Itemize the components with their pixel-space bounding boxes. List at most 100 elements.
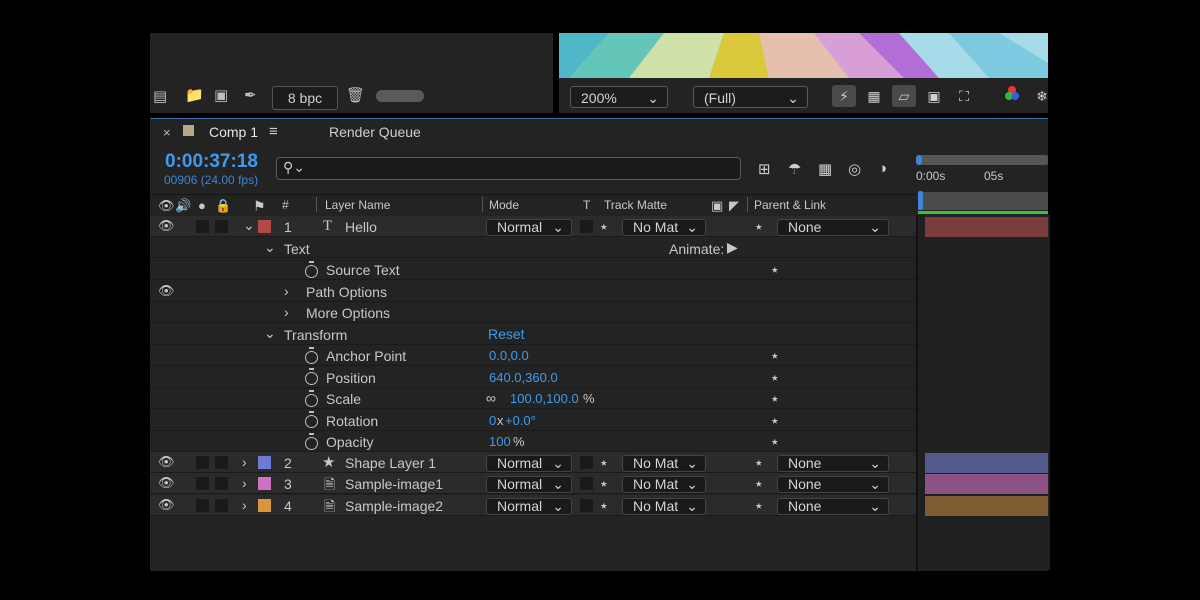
hamburger-menu-icon[interactable]: ≡: [269, 123, 278, 140]
parent-pickwhip-icon[interactable]: ٭: [755, 218, 763, 235]
composition-flowchart-icon[interactable]: ⊞: [758, 160, 771, 178]
preserve-transparency-checkbox[interactable]: [580, 220, 593, 233]
folder-icon[interactable]: 📁: [185, 88, 204, 104]
text-group-label[interactable]: Text: [284, 241, 310, 257]
stopwatch-icon[interactable]: [305, 390, 318, 407]
stopwatch-icon[interactable]: [305, 347, 318, 364]
bpc-button[interactable]: 8 bpc: [272, 86, 338, 110]
property-label[interactable]: Position: [326, 370, 376, 386]
chevron-right-icon[interactable]: ›: [242, 475, 247, 491]
column-track-matte[interactable]: Track Matte: [604, 198, 667, 212]
resolution-dropdown[interactable]: (Full) ⌄: [693, 86, 808, 108]
constrain-link-icon[interactable]: ∞: [486, 390, 496, 406]
frame-blending-icon[interactable]: ▦: [818, 160, 832, 178]
mask-path-icon[interactable]: ▱: [892, 85, 916, 107]
lock-checkbox[interactable]: [215, 477, 228, 490]
lock-icon[interactable]: 🔒: [215, 198, 231, 214]
pickwhip-icon[interactable]: ٭: [600, 218, 608, 235]
snapshot-icon[interactable]: ❄: [1030, 85, 1054, 107]
parent-dropdown[interactable]: None ⌄: [777, 455, 889, 472]
solo-icon[interactable]: ●: [198, 198, 206, 213]
eye-icon[interactable]: 👁: [158, 218, 175, 234]
label-tag-icon[interactable]: ⚑: [253, 198, 266, 215]
layer-search-input[interactable]: [276, 157, 741, 180]
layer-duration-bar[interactable]: [925, 496, 1048, 516]
property-label[interactable]: Opacity: [326, 434, 373, 450]
anchor-point-value[interactable]: 0.0,0.0: [489, 348, 529, 363]
parent-dropdown[interactable]: None ⌄: [777, 476, 889, 493]
layer-duration-bar[interactable]: [925, 474, 1048, 494]
property-label[interactable]: Source Text: [326, 262, 400, 278]
eye-icon[interactable]: 👁: [158, 497, 175, 513]
preserve-transparency-checkbox[interactable]: [580, 456, 593, 469]
property-label[interactable]: Scale: [326, 391, 361, 407]
transparency-grid-icon[interactable]: ▦: [862, 85, 886, 107]
solo-checkbox[interactable]: [196, 456, 209, 469]
layer-duration-bar[interactable]: [925, 453, 1048, 473]
parent-dropdown[interactable]: None ⌄: [777, 219, 889, 236]
transform-group-label[interactable]: Transform: [284, 327, 347, 343]
zoom-dropdown[interactable]: 200% ⌄: [570, 86, 668, 108]
work-area-bar[interactable]: [918, 192, 1048, 210]
pickwhip-icon[interactable]: ٭: [771, 412, 779, 429]
grid-guides-icon[interactable]: ⛶: [952, 85, 976, 107]
property-label[interactable]: Rotation: [326, 413, 378, 429]
track-matte-dropdown[interactable]: No Mat ⌄: [622, 219, 706, 236]
preserve-transparency-checkbox[interactable]: [580, 499, 593, 512]
pickwhip-icon[interactable]: ٭: [771, 390, 779, 407]
preserve-transparency-checkbox[interactable]: [580, 477, 593, 490]
rotation-degrees-value[interactable]: +0.0°: [505, 413, 536, 428]
label-color-swatch[interactable]: [258, 220, 271, 233]
animate-label[interactable]: Animate:: [669, 241, 724, 257]
pickwhip-icon[interactable]: ٭: [771, 433, 779, 450]
trash-icon[interactable]: 🗑: [346, 88, 365, 104]
rotation-turns-value[interactable]: 0: [489, 413, 496, 428]
column-layer-name[interactable]: Layer Name: [325, 198, 390, 212]
chevron-down-icon[interactable]: ⌄: [264, 239, 276, 256]
pen-icon[interactable]: ✒: [244, 88, 257, 104]
property-label[interactable]: Path Options: [306, 284, 387, 300]
layer-name[interactable]: Hello: [345, 219, 377, 235]
play-circle-icon[interactable]: ▶: [727, 239, 738, 256]
track-matte-dropdown[interactable]: No Mat ⌄: [622, 498, 706, 515]
track-matte-dropdown[interactable]: No Mat ⌄: [622, 455, 706, 472]
time-navigator[interactable]: [918, 155, 1048, 165]
stopwatch-icon[interactable]: [305, 261, 318, 278]
parent-dropdown[interactable]: None ⌄: [777, 498, 889, 515]
work-area-start-handle[interactable]: [918, 191, 923, 210]
stopwatch-icon[interactable]: [305, 368, 318, 385]
chevron-right-icon[interactable]: ›: [242, 454, 247, 470]
mode-dropdown[interactable]: Normal ⌄: [486, 498, 572, 515]
parent-pickwhip-icon[interactable]: ٭: [755, 475, 763, 492]
chevron-right-icon[interactable]: ›: [242, 497, 247, 513]
lock-checkbox[interactable]: [215, 499, 228, 512]
eye-icon[interactable]: 👁: [158, 475, 175, 491]
lock-checkbox[interactable]: [215, 220, 228, 233]
fast-preview-icon[interactable]: ⚡: [832, 85, 856, 107]
chevron-down-icon[interactable]: ⌄: [264, 325, 276, 342]
pickwhip-icon[interactable]: ٭: [600, 497, 608, 514]
layer-name[interactable]: Sample-image2: [345, 498, 443, 514]
parent-pickwhip-icon[interactable]: ٭: [755, 497, 763, 514]
position-value[interactable]: 640.0,360.0: [489, 370, 558, 385]
property-label[interactable]: More Options: [306, 305, 390, 321]
mode-dropdown[interactable]: Normal ⌄: [486, 219, 572, 236]
lock-checkbox[interactable]: [215, 456, 228, 469]
column-mode[interactable]: Mode: [489, 198, 519, 212]
new-comp-icon[interactable]: ▣: [214, 88, 228, 104]
timeline-graph[interactable]: [916, 215, 1050, 570]
flowchart-icon[interactable]: ▤: [153, 89, 167, 105]
pickwhip-icon[interactable]: ٭: [600, 454, 608, 471]
property-label[interactable]: Anchor Point: [326, 348, 406, 364]
opacity-value[interactable]: 100: [489, 434, 511, 449]
draft-3d-icon[interactable]: ☂: [788, 160, 801, 178]
tab-comp[interactable]: Comp 1: [209, 124, 258, 140]
scale-value[interactable]: 100.0,100.0: [510, 391, 579, 406]
close-icon[interactable]: ×: [163, 125, 171, 140]
label-color-swatch[interactable]: [258, 477, 271, 490]
layer-duration-bar[interactable]: [925, 217, 1048, 237]
reset-link[interactable]: Reset: [488, 326, 525, 342]
channel-icon[interactable]: [1000, 85, 1024, 107]
pickwhip-icon[interactable]: ٭: [771, 369, 779, 386]
solo-checkbox[interactable]: [196, 477, 209, 490]
